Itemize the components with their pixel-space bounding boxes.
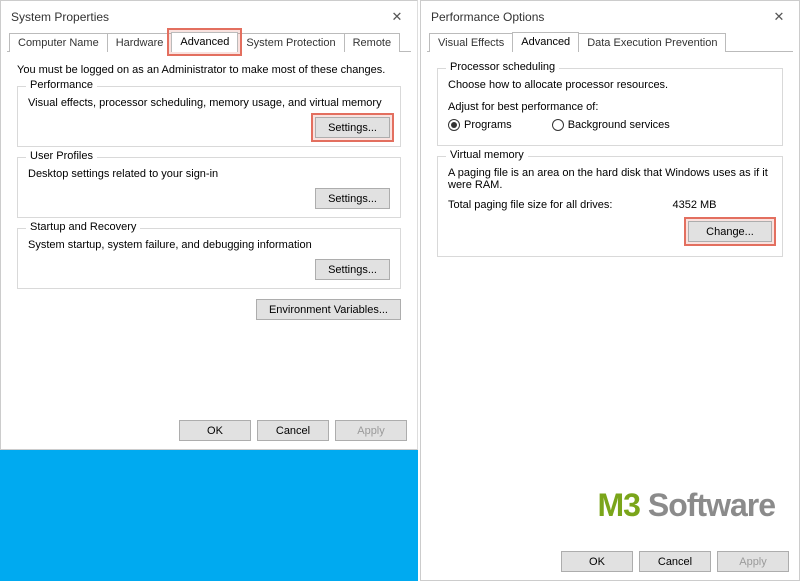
watermark-3: 3 [623,487,640,523]
radio-background-services[interactable]: Background services [552,119,670,131]
user-profiles-settings-button[interactable]: Settings... [315,188,390,209]
watermark: M3 Software [598,487,775,524]
radio-programs[interactable]: Programs [448,119,512,131]
group-startup-recovery: Startup and Recovery System startup, sys… [17,228,401,289]
vm-change-button[interactable]: Change... [688,221,772,242]
ok-button[interactable]: OK [561,551,633,572]
apply-button[interactable]: Apply [717,551,789,572]
ok-button[interactable]: OK [179,420,251,441]
tab-remote[interactable]: Remote [344,33,401,52]
titlebar: System Properties ✕ [1,1,417,31]
system-properties-dialog: System Properties ✕ Computer Name Hardwa… [0,0,418,450]
group-label-startup: Startup and Recovery [26,221,140,233]
group-performance: Performance Visual effects, processor sc… [17,86,401,147]
tab-advanced[interactable]: Advanced [171,32,238,52]
dialog-footer-buttons: OK Cancel Apply [561,551,789,572]
cancel-button[interactable]: Cancel [257,420,329,441]
adjust-label: Adjust for best performance of: [448,101,772,113]
radio-icon [552,119,564,131]
group-user-profiles: User Profiles Desktop settings related t… [17,157,401,218]
watermark-m: M [598,487,624,523]
performance-settings-button[interactable]: Settings... [315,117,390,138]
tabstrip: Computer Name Hardware Advanced System P… [7,31,411,52]
group-virtual-memory: Virtual memory A paging file is an area … [437,156,783,257]
performance-options-dialog: Performance Options ✕ Visual Effects Adv… [420,0,800,581]
group-processor-scheduling: Processor scheduling Choose how to alloc… [437,68,783,146]
vm-total-label: Total paging file size for all drives: [448,199,612,211]
desktop-background [0,450,418,581]
tabstrip: Visual Effects Advanced Data Execution P… [427,31,793,52]
group-label-performance: Performance [26,79,97,91]
tab-advanced[interactable]: Advanced [512,32,579,52]
titlebar: Performance Options ✕ [421,1,799,31]
startup-desc: System startup, system failure, and debu… [28,239,390,251]
close-icon[interactable]: ✕ [767,7,791,27]
group-label-user-profiles: User Profiles [26,150,97,162]
apply-button[interactable]: Apply [335,420,407,441]
radio-programs-label: Programs [464,119,512,131]
tab-system-protection[interactable]: System Protection [237,33,344,52]
radio-background-label: Background services [568,119,670,131]
cancel-button[interactable]: Cancel [639,551,711,572]
tab-hardware[interactable]: Hardware [107,33,173,52]
processor-desc: Choose how to allocate processor resourc… [448,79,772,91]
startup-settings-button[interactable]: Settings... [315,259,390,280]
dialog-title: System Properties [11,10,109,24]
admin-notice: You must be logged on as an Administrato… [17,64,401,76]
watermark-rest: Software [640,487,775,523]
vm-desc: A paging file is an area on the hard dis… [448,167,772,191]
radio-icon [448,119,460,131]
tab-visual-effects[interactable]: Visual Effects [429,33,513,52]
dialog-title: Performance Options [431,10,544,24]
group-label-virtual-memory: Virtual memory [446,149,528,161]
user-profiles-desc: Desktop settings related to your sign-in [28,168,390,180]
tab-dep[interactable]: Data Execution Prevention [578,33,726,52]
performance-desc: Visual effects, processor scheduling, me… [28,97,390,109]
environment-variables-button[interactable]: Environment Variables... [256,299,401,320]
group-label-processor: Processor scheduling [446,61,559,73]
vm-total-value: 4352 MB [672,199,716,211]
close-icon[interactable]: ✕ [385,7,409,27]
dialog-footer-buttons: OK Cancel Apply [179,420,407,441]
tabpanel-advanced: Processor scheduling Choose how to alloc… [421,52,799,271]
tab-computer-name[interactable]: Computer Name [9,33,108,52]
tabpanel-advanced: You must be logged on as an Administrato… [1,52,417,324]
